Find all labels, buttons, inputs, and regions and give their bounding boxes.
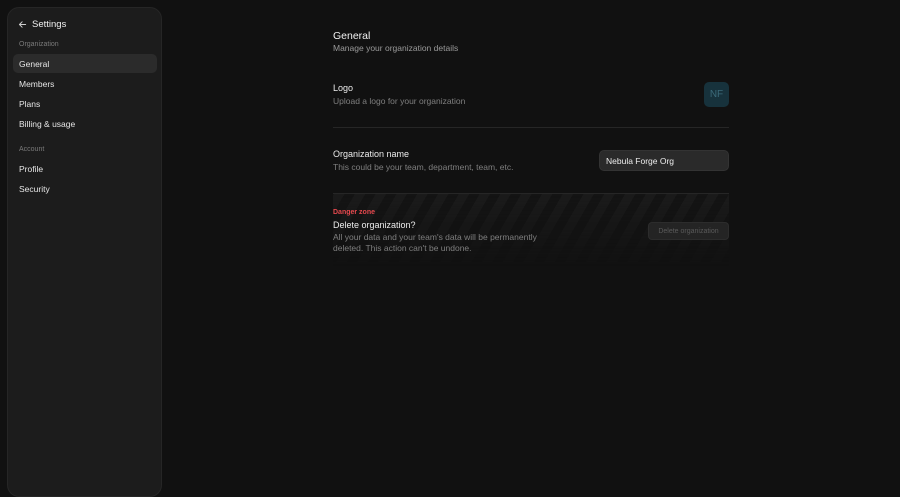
sidebar-item-profile[interactable]: Profile bbox=[13, 159, 157, 178]
settings-sidebar: Settings Organization General Members Pl… bbox=[7, 7, 162, 497]
danger-zone-label: Danger zone bbox=[333, 209, 376, 216]
delete-organization-button[interactable]: Delete organization bbox=[648, 222, 729, 240]
sidebar-item-general[interactable]: General bbox=[13, 54, 157, 73]
section-label-account: Account bbox=[19, 146, 45, 153]
back-to-settings-button[interactable]: Settings bbox=[18, 17, 66, 31]
sidebar-item-security[interactable]: Security bbox=[13, 179, 157, 198]
delete-organization-description: All your data and your team's data will … bbox=[333, 232, 537, 253]
settings-heading: Settings bbox=[32, 18, 67, 30]
arrow-left-icon bbox=[18, 20, 27, 29]
organization-name-title: Organization name bbox=[333, 149, 410, 159]
organization-name-input[interactable] bbox=[599, 150, 729, 171]
organization-logo-upload[interactable]: NF bbox=[704, 82, 729, 107]
section-label-organization: Organization bbox=[19, 41, 59, 48]
sidebar-item-billing-usage[interactable]: Billing & usage bbox=[13, 114, 157, 133]
sidebar-item-plans[interactable]: Plans bbox=[13, 94, 157, 113]
page-title: General bbox=[333, 30, 371, 42]
organization-name-description: This could be your team, department, tea… bbox=[333, 162, 514, 172]
logo-description: Upload a logo for your organization bbox=[333, 96, 466, 106]
sidebar-item-members[interactable]: Members bbox=[13, 74, 157, 93]
logo-initials: NF bbox=[709, 89, 724, 100]
delete-organization-title: Delete organization? bbox=[333, 220, 416, 230]
page-subtitle: Manage your organization details bbox=[333, 43, 459, 53]
logo-title: Logo bbox=[333, 83, 354, 93]
divider bbox=[333, 127, 729, 128]
